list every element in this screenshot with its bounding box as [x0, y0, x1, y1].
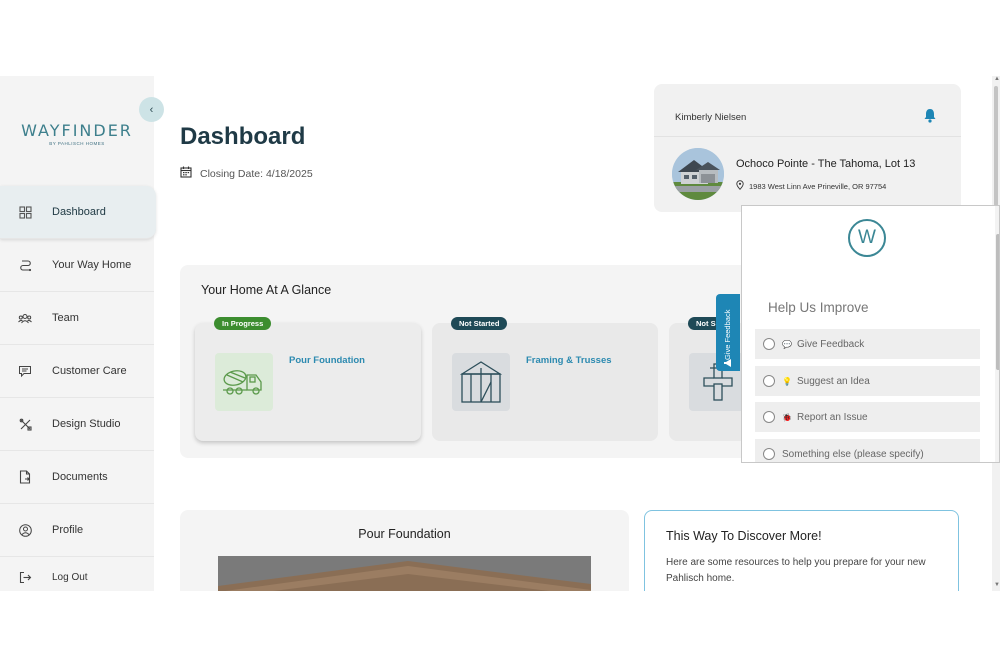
sidebar-item-design-studio[interactable]: Design Studio	[0, 398, 154, 451]
option-label: Give Feedback	[796, 338, 865, 350]
closing-date: Closing Date: 4/18/2025	[180, 166, 313, 181]
sidebar-item-label: Profile	[52, 524, 84, 536]
lot-name: Ochoco Pointe - The Tahoma, Lot 13	[736, 158, 916, 170]
give-feedback-tab[interactable]: Give Feedback	[716, 294, 740, 371]
wayfinder-logo[interactable]: WAYFINDER BY PAHLISCH HOMES	[0, 121, 154, 146]
card-title: This Way To Discover More!	[666, 529, 822, 543]
sidebar-item-your-way-home[interactable]: Your Way Home	[0, 239, 154, 292]
sidebar-item-customer-care[interactable]: Customer Care	[0, 345, 154, 398]
option-label: Something else (please specify)	[782, 448, 924, 460]
sidebar-item-label: Documents	[52, 471, 108, 483]
collapse-sidebar-button[interactable]: ‹	[139, 97, 164, 122]
sidebar-item-label: Customer Care	[52, 365, 127, 377]
logo-wordmark: WAYFINDER	[21, 121, 133, 140]
sidebar-item-label: Team	[52, 312, 79, 324]
grid-icon	[18, 205, 32, 219]
foundation-photo	[218, 556, 591, 591]
sidebar: WAYFINDER BY PAHLISCH HOMES Dashboard Yo…	[0, 76, 156, 591]
closing-date-text: Closing Date: 4/18/2025	[200, 167, 313, 180]
stage-card-framing-trusses[interactable]: Not Started Framing & Trusses	[432, 317, 658, 441]
bell-icon[interactable]	[923, 108, 937, 128]
wayfinder-w-logo: W	[848, 219, 886, 257]
lightbulb-icon: 💡	[782, 376, 792, 386]
scrollbar-thumb[interactable]	[996, 234, 999, 370]
logout-icon	[18, 570, 32, 584]
scroll-down-arrow-icon[interactable]: ▼	[994, 582, 1000, 588]
scroll-up-arrow-icon[interactable]: ▲	[994, 76, 1000, 82]
feedback-tab-label: Give Feedback	[723, 309, 732, 360]
address-text: 1983 West Linn Ave Prineville, OR 97754	[749, 181, 887, 191]
sidebar-item-dashboard[interactable]: Dashboard	[0, 186, 156, 239]
radio-button[interactable]	[763, 411, 775, 423]
feedback-option-suggest-idea[interactable]: 💡 Suggest an Idea	[755, 366, 980, 396]
option-label: Report an Issue	[796, 411, 868, 423]
profile-card: Kimberly Nielsen Ochoco Pointe - The Tah…	[654, 84, 961, 212]
sidebar-item-label: Your Way Home	[52, 259, 132, 271]
feedback-option-something-else[interactable]: Something else (please specify)	[755, 439, 980, 462]
scrollbar-thumb[interactable]	[994, 86, 998, 206]
home-photo	[672, 148, 724, 200]
sidebar-item-profile[interactable]: Profile	[0, 504, 154, 557]
chat-icon	[18, 364, 32, 378]
feedback-option-give-feedback[interactable]: 💬 Give Feedback	[755, 329, 980, 359]
sidebar-item-label: Design Studio	[52, 418, 121, 430]
stage-card-pour-foundation[interactable]: In Progress Pour Foundation	[195, 317, 421, 441]
stage-label: Framing & Trusses	[526, 355, 612, 366]
discover-more-card[interactable]: This Way To Discover More! Here are some…	[644, 510, 959, 591]
feedback-heading: Help Us Improve	[768, 300, 869, 315]
status-badge: In Progress	[214, 317, 272, 330]
chevron-left-icon: ‹	[149, 103, 154, 116]
card-title: Pour Foundation	[358, 527, 451, 541]
app-viewport: WAYFINDER BY PAHLISCH HOMES Dashboard Yo…	[0, 76, 1000, 591]
feedback-option-report-issue[interactable]: 🐞 Report an Issue	[755, 402, 980, 432]
user-name: Kimberly Nielsen	[675, 112, 747, 123]
feedback-panel: W Help Us Improve 💬 Give Feedback 💡 Sugg…	[741, 205, 1000, 463]
cement-truck-icon	[215, 353, 273, 411]
page-title: Dashboard	[180, 123, 306, 150]
sidebar-item-documents[interactable]: Documents	[0, 451, 154, 504]
radio-button[interactable]	[763, 338, 775, 350]
option-label: Suggest an Idea	[796, 375, 870, 387]
calendar-icon	[180, 166, 192, 181]
speech-bubble-icon: 💬	[782, 339, 792, 349]
pour-foundation-card: Pour Foundation	[180, 510, 629, 591]
logo-tagline: BY PAHLISCH HOMES	[49, 141, 105, 146]
sidebar-item-log-out[interactable]: Log Out	[0, 557, 154, 591]
sidebar-item-team[interactable]: Team	[0, 292, 154, 345]
team-icon	[18, 311, 32, 325]
user-icon	[18, 523, 32, 537]
radio-button[interactable]	[763, 448, 775, 460]
card-divider	[654, 136, 961, 137]
document-icon	[18, 470, 32, 484]
sidebar-item-label: Log Out	[52, 571, 88, 583]
address: 1983 West Linn Ave Prineville, OR 97754	[736, 180, 886, 192]
stage-label: Pour Foundation	[289, 355, 365, 366]
framing-icon	[452, 353, 510, 411]
section-title: Your Home At A Glance	[201, 283, 332, 297]
card-body: Here are some resources to help you prep…	[666, 557, 926, 584]
location-pin-icon	[736, 180, 744, 192]
feedback-scrollbar[interactable]	[995, 206, 999, 462]
route-icon	[18, 258, 32, 272]
sidebar-item-label: Dashboard	[52, 206, 106, 218]
tools-icon	[18, 417, 32, 431]
radio-button[interactable]	[763, 375, 775, 387]
bug-icon: 🐞	[782, 412, 792, 422]
status-badge: Not Started	[451, 317, 508, 330]
